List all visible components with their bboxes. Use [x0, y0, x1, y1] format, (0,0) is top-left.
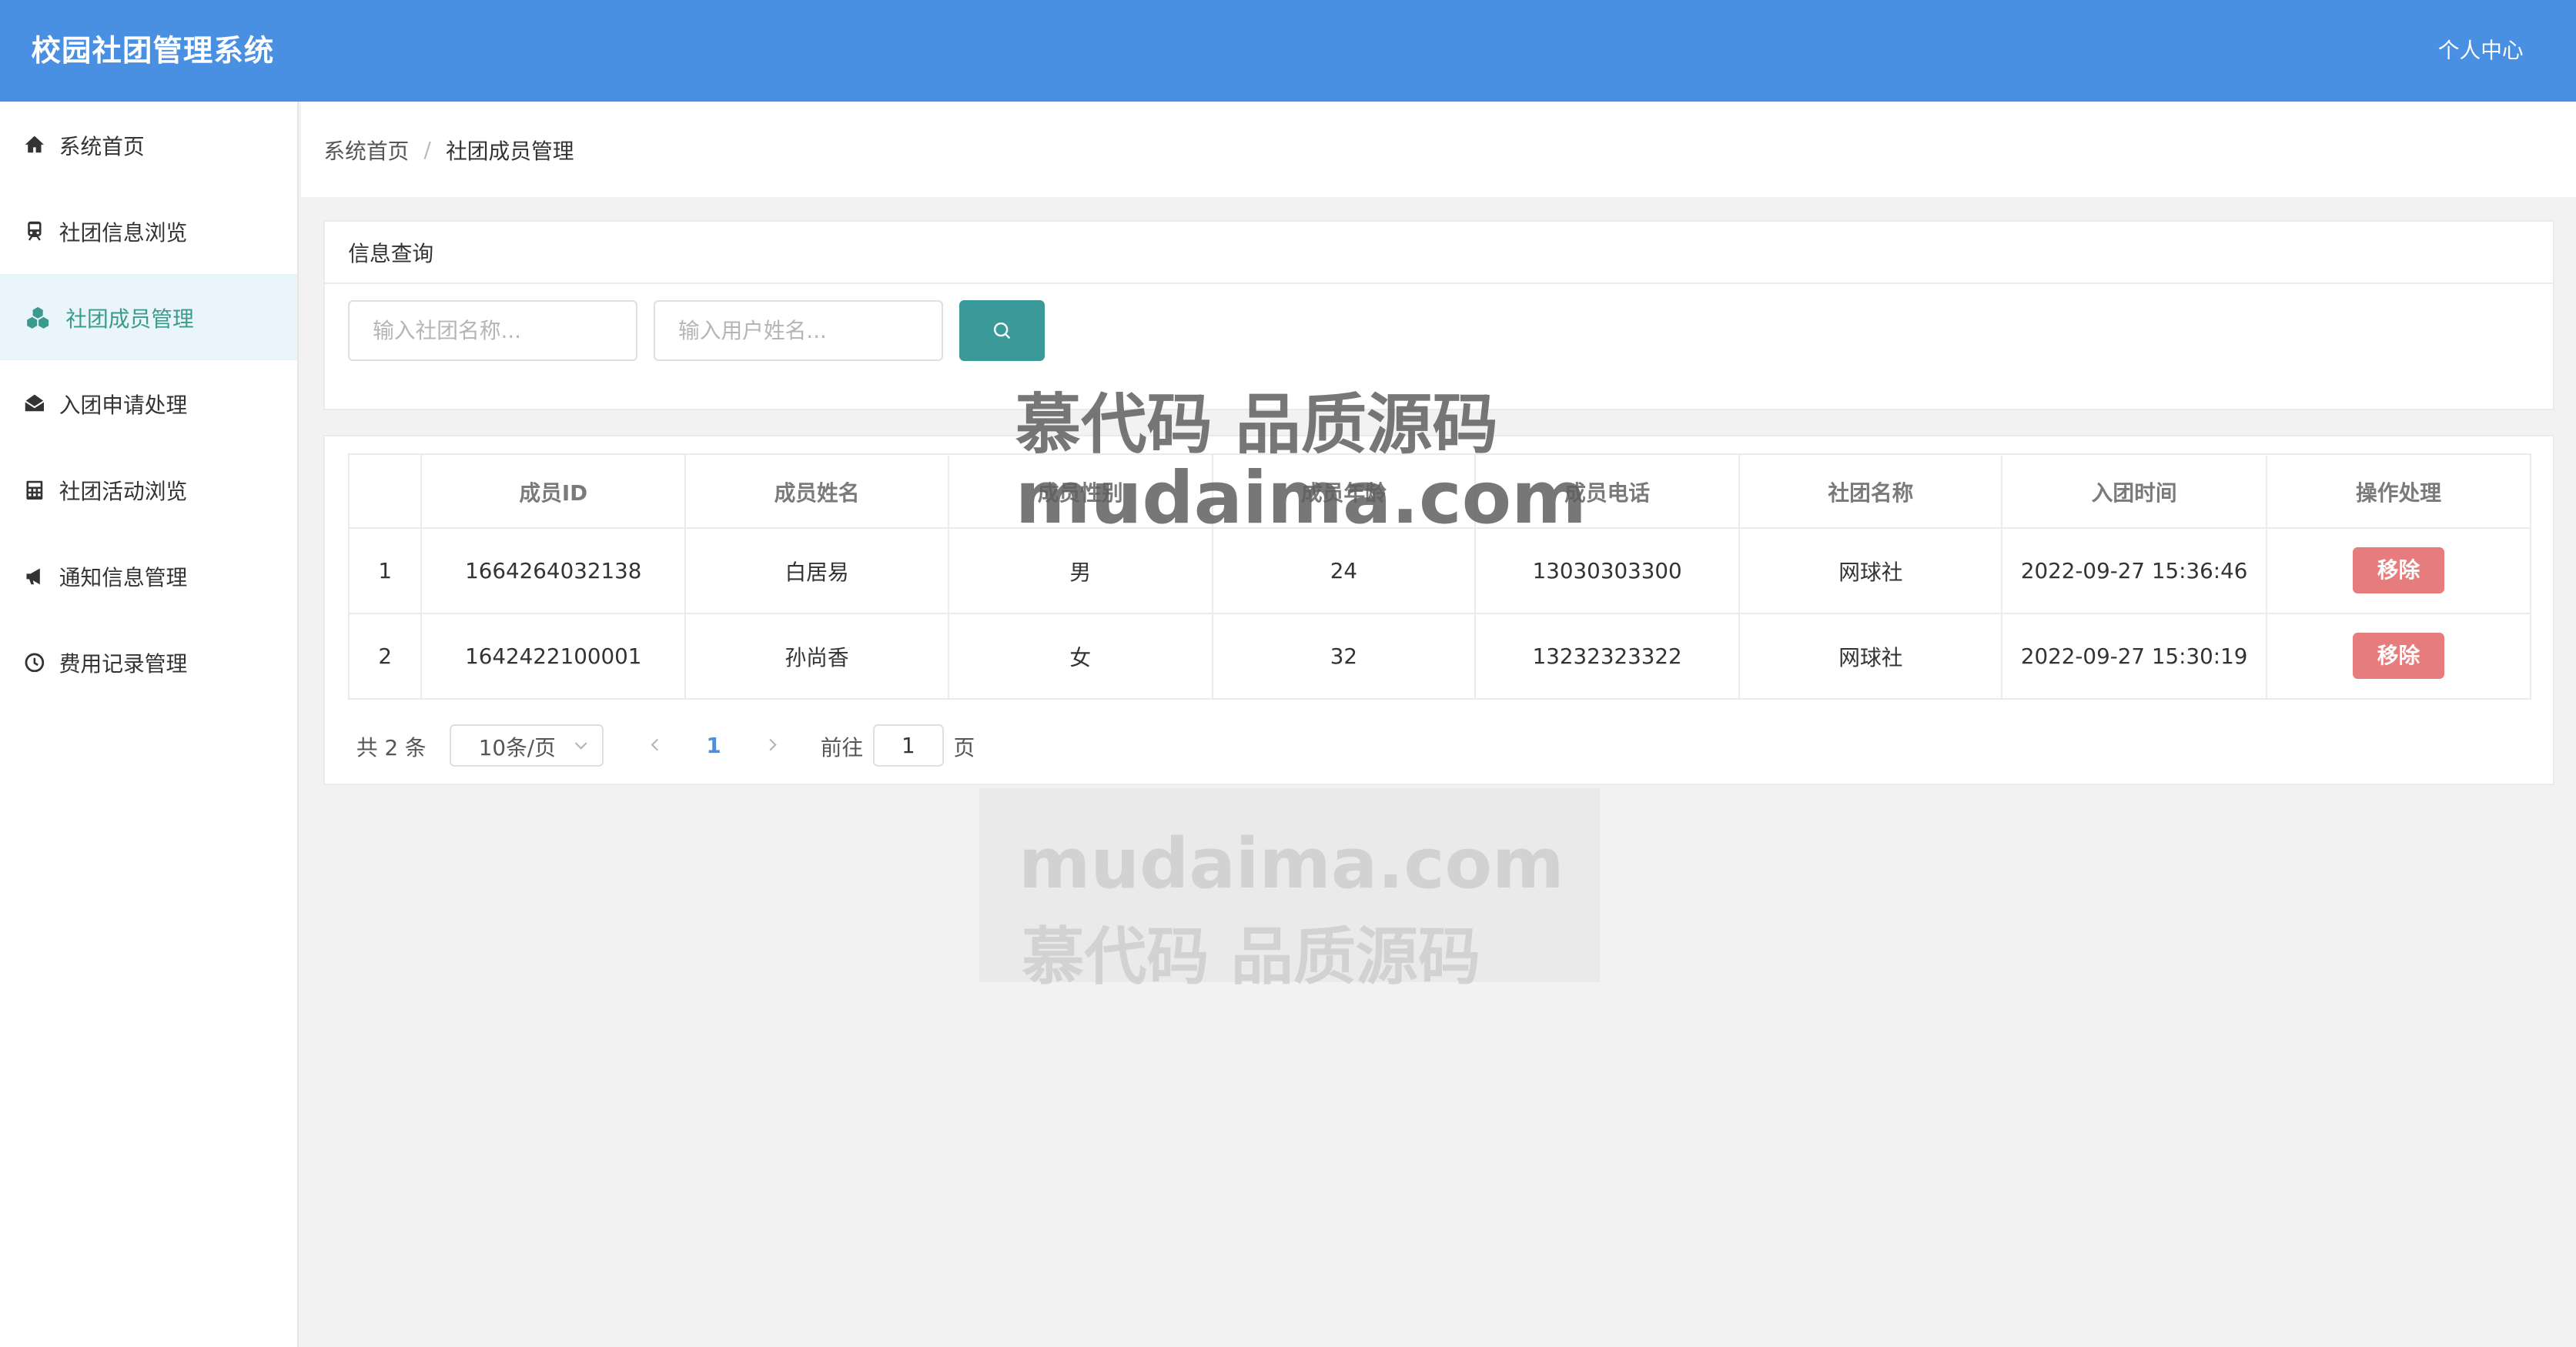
chevron-left-icon: [651, 738, 658, 751]
page-size-value: 10条/页: [478, 734, 556, 760]
member-id-cell: 1664264032138: [420, 526, 687, 614]
sidebar-item-member-management[interactable]: 社团成员管理: [0, 274, 298, 361]
search-button[interactable]: [959, 300, 1045, 362]
train-icon: [23, 219, 46, 242]
chevron-right-icon: [769, 738, 777, 751]
cubes-icon: [23, 306, 52, 329]
home-icon: [23, 133, 46, 156]
member-gender-cell: 男: [947, 526, 1213, 614]
search-panel: 信息查询: [323, 219, 2555, 411]
column-header-member-id: 成员ID: [420, 453, 687, 529]
column-header-club: 社团名称: [1738, 453, 2003, 529]
pagination-total: 共 2 条: [356, 734, 427, 760]
column-header-index: [348, 453, 423, 529]
member-age-cell: 32: [1211, 612, 1476, 700]
search-panel-title: 信息查询: [325, 222, 2554, 285]
member-table: 成员ID 成员姓名 成员性别 成员年龄 成员电话 社团名称 入团时间 操作处理 …: [348, 453, 2532, 700]
breadcrumb-current: 社团成员管理: [446, 139, 574, 165]
column-header-join-time: 入团时间: [2001, 453, 2267, 529]
sidebar-item-label: 费用记录管理: [59, 651, 188, 677]
sidebar-item-club-info[interactable]: 社团信息浏览: [0, 188, 297, 274]
envelope-open-icon: [23, 392, 46, 415]
clock-icon: [23, 650, 46, 674]
goto-label: 前往: [820, 734, 864, 760]
sidebar-item-label: 社团信息浏览: [59, 220, 188, 246]
watermark-box: [979, 788, 1601, 983]
club-name-search-input[interactable]: [348, 300, 637, 362]
remove-button[interactable]: 移除: [2352, 633, 2445, 680]
sidebar-item-home[interactable]: 系统首页: [0, 102, 297, 188]
sidebar: 系统首页 社团信息浏览 社团成员管理 入团申请处理 社团活动浏览 通知信息管理 …: [0, 102, 299, 1347]
column-header-name: 成员姓名: [684, 453, 949, 529]
pagination: 共 2 条 10条/页 1 前往 页: [356, 724, 975, 767]
prev-page-button[interactable]: [630, 733, 679, 758]
column-header-age: 成员年龄: [1211, 453, 1476, 529]
action-cell: 移除: [2265, 526, 2532, 614]
user-name-search-input[interactable]: [654, 300, 943, 362]
club-name-cell: 网球社: [1738, 526, 2003, 614]
sidebar-item-label: 社团成员管理: [65, 306, 194, 333]
search-icon: [992, 320, 1013, 342]
top-header: 校园社团管理系统 个人中心: [0, 0, 2576, 102]
sidebar-item-label: 入团申请处理: [59, 393, 188, 419]
sidebar-item-label: 通知信息管理: [59, 565, 188, 591]
row-index: 1: [348, 526, 423, 614]
member-id-cell: 1642422100001: [420, 612, 687, 700]
club-name-cell: 网球社: [1738, 612, 2003, 700]
member-table-panel: 成员ID 成员姓名 成员性别 成员年龄 成员电话 社团名称 入团时间 操作处理 …: [323, 435, 2555, 785]
sidebar-item-label: 系统首页: [59, 134, 145, 160]
sidebar-item-application[interactable]: 入团申请处理: [0, 360, 297, 446]
table-row: 2 1642422100001 孙尚香 女 32 13232323322 网球社…: [348, 612, 2532, 700]
breadcrumb-home[interactable]: 系统首页: [323, 134, 409, 165]
next-page-button[interactable]: [748, 733, 798, 758]
row-index: 2: [348, 612, 423, 700]
member-name-cell: 白居易: [684, 526, 949, 614]
sidebar-item-notifications[interactable]: 通知信息管理: [0, 533, 297, 619]
calculator-icon: [23, 478, 46, 501]
remove-button[interactable]: 移除: [2352, 547, 2445, 594]
page-suffix-label: 页: [953, 734, 975, 760]
member-age-cell: 24: [1211, 526, 1476, 614]
app-title: 校园社团管理系统: [31, 33, 275, 69]
member-phone-cell: 13030303300: [1474, 526, 1741, 614]
member-gender-cell: 女: [947, 612, 1213, 700]
column-header-actions: 操作处理: [2265, 453, 2532, 529]
sidebar-item-activities[interactable]: 社团活动浏览: [0, 446, 297, 533]
action-cell: 移除: [2265, 612, 2532, 700]
table-header-row: 成员ID 成员姓名 成员性别 成员年龄 成员电话 社团名称 入团时间 操作处理: [348, 453, 2532, 529]
breadcrumb: 系统首页 / 社团成员管理: [300, 102, 2576, 198]
column-header-gender: 成员性别: [947, 453, 1213, 529]
table-row: 1 1664264032138 白居易 男 24 13030303300 网球社…: [348, 526, 2532, 614]
page-number-current[interactable]: 1: [679, 733, 748, 758]
join-time-cell: 2022-09-27 15:30:19: [2001, 612, 2267, 700]
sidebar-item-label: 社团活动浏览: [59, 479, 188, 505]
chevron-down-icon: [573, 737, 589, 754]
member-name-cell: 孙尚香: [684, 612, 949, 700]
user-center-link[interactable]: 个人中心: [2438, 35, 2524, 68]
member-phone-cell: 13232323322: [1474, 612, 1741, 700]
goto-page-input[interactable]: [873, 724, 944, 767]
breadcrumb-separator: /: [423, 136, 431, 162]
sidebar-item-fees[interactable]: 费用记录管理: [0, 619, 297, 705]
column-header-phone: 成员电话: [1474, 453, 1741, 529]
join-time-cell: 2022-09-27 15:36:46: [2001, 526, 2267, 614]
bullhorn-icon: [23, 564, 46, 587]
page-size-select[interactable]: 10条/页: [449, 724, 604, 767]
